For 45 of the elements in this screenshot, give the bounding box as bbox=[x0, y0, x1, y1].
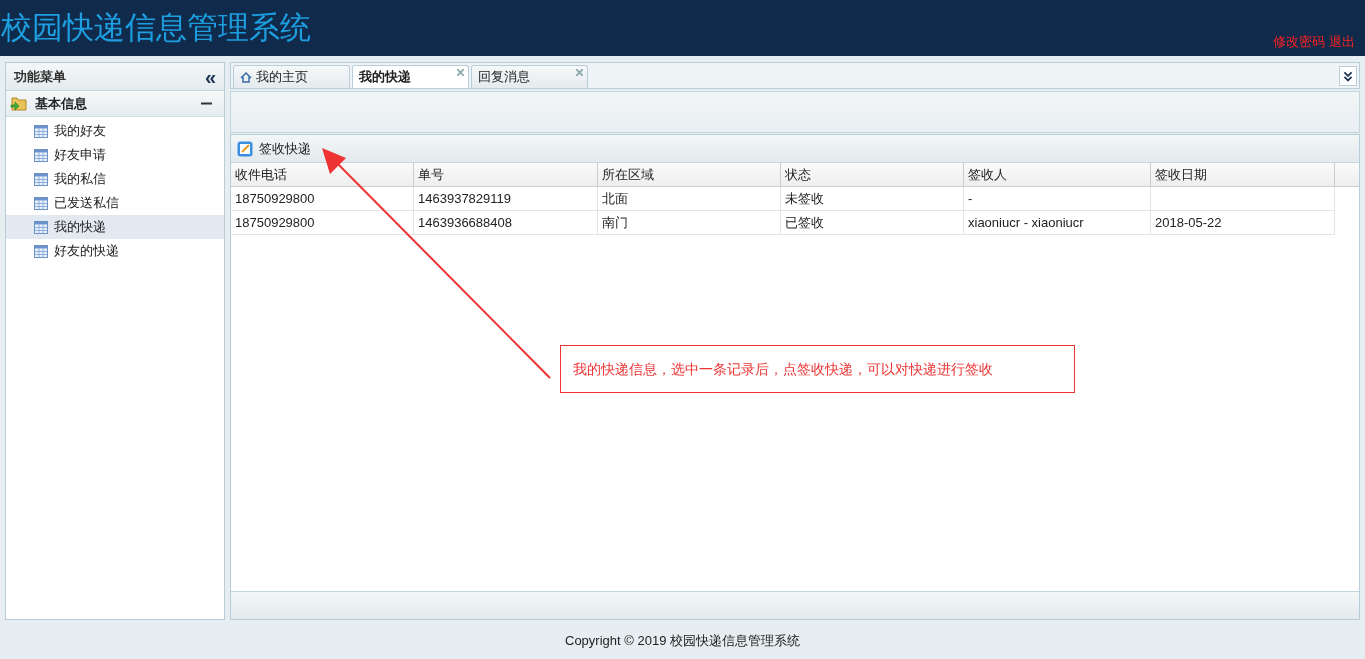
tab[interactable]: 我的快递 bbox=[352, 65, 469, 88]
table-cell: 1463936688408 bbox=[414, 211, 598, 234]
table-icon bbox=[34, 244, 48, 258]
table-icon bbox=[34, 196, 48, 210]
menu-item[interactable]: 已发送私信 bbox=[6, 191, 224, 215]
collapse-button[interactable]: « bbox=[204, 66, 216, 87]
table-icon bbox=[34, 172, 48, 186]
header-link[interactable]: 修改密码 bbox=[1273, 32, 1325, 52]
edit-icon bbox=[237, 140, 253, 157]
table-icon bbox=[34, 220, 48, 234]
sidebar-title: 功能菜单 bbox=[14, 67, 66, 86]
column-header[interactable]: 所在区域 bbox=[598, 163, 781, 186]
menu-item[interactable]: 好友的快递 bbox=[6, 239, 224, 263]
menu-item[interactable]: 我的私信 bbox=[6, 167, 224, 191]
table-cell: 1463937829119 bbox=[414, 187, 598, 210]
table-cell: - bbox=[964, 187, 1151, 210]
header-link[interactable]: 退出 bbox=[1329, 32, 1355, 52]
menu-group-header[interactable]: 基本信息 bbox=[6, 91, 224, 117]
home-icon bbox=[240, 71, 252, 83]
menu-item[interactable]: 我的好友 bbox=[6, 119, 224, 143]
column-header[interactable]: 状态 bbox=[781, 163, 964, 186]
column-header[interactable]: 签收人 bbox=[964, 163, 1151, 186]
table-icon bbox=[34, 148, 48, 162]
table-cell: xiaoniucr - xiaoniucr bbox=[964, 211, 1151, 234]
table-cell: 北面 bbox=[598, 187, 781, 210]
tab[interactable]: 我的主页 bbox=[233, 65, 350, 88]
scroll-down-icon[interactable] bbox=[1339, 66, 1357, 86]
column-header[interactable]: 单号 bbox=[414, 163, 598, 186]
column-header[interactable]: 签收日期 bbox=[1151, 163, 1335, 186]
table-cell: 18750929800 bbox=[231, 211, 414, 234]
annotation-text: 我的快递信息，选中一条记录后，点签收快递，可以对快递进行签收 bbox=[573, 359, 993, 379]
menu-item[interactable]: 我的快递 bbox=[6, 215, 224, 239]
sign-button[interactable]: 签收快递 bbox=[237, 138, 311, 159]
table-cell: 已签收 bbox=[781, 211, 964, 234]
table-cell: 南门 bbox=[598, 211, 781, 234]
table-cell: 未签收 bbox=[781, 187, 964, 210]
app-title: 校园快递信息管理系统 bbox=[0, 9, 311, 47]
group-label: 基本信息 bbox=[35, 94, 88, 113]
table-cell: 18750929800 bbox=[231, 187, 414, 210]
table-icon bbox=[34, 124, 48, 138]
copyright-text: Copyright © 2019 校园快递信息管理系统 bbox=[565, 631, 800, 650]
folder-icon bbox=[10, 96, 27, 111]
tab[interactable]: 回复消息 bbox=[471, 65, 588, 88]
menu-item[interactable]: 好友申请 bbox=[6, 143, 224, 167]
table-cell: 2018-05-22 bbox=[1151, 211, 1335, 234]
